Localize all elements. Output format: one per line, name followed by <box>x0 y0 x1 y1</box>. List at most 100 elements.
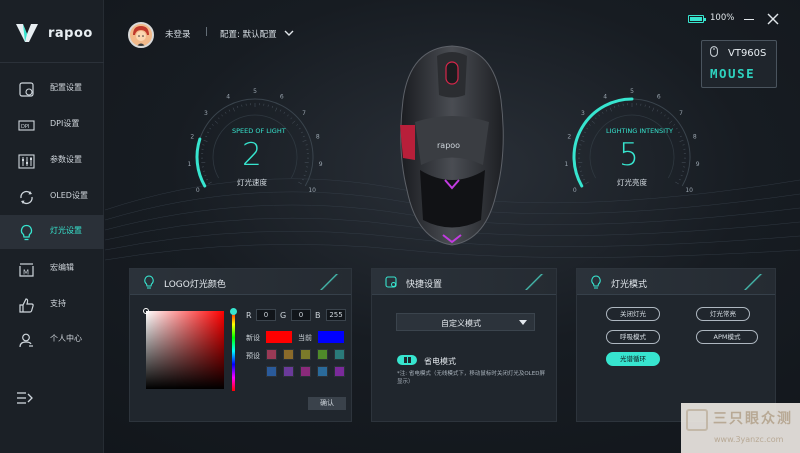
panel-header: 灯光模式 <box>577 269 775 295</box>
mode-apm-button[interactable]: APM模式 <box>696 330 758 344</box>
gauge-tick <box>214 120 219 124</box>
light-mode-panel: 灯光模式 关闭灯光 灯光常亮 呼吸模式 APM模式 光谱循环 <box>576 268 776 422</box>
macro-icon: M <box>19 263 34 277</box>
device-type: MOUSE <box>710 66 756 81</box>
gauge-tick <box>675 181 679 185</box>
gauge-tick <box>678 178 681 181</box>
r-label: R <box>246 311 252 320</box>
gauge-tick <box>302 135 305 138</box>
login-status[interactable]: 未登录 <box>165 28 191 40</box>
preset-color-swatch[interactable] <box>300 349 311 360</box>
g-input[interactable]: 0 <box>291 309 311 321</box>
preset-color-swatch[interactable] <box>334 349 345 360</box>
preset-color-swatch[interactable] <box>334 366 345 377</box>
gauge-tick <box>652 107 655 112</box>
gauge-tick <box>675 127 678 130</box>
gauge-tick <box>206 178 209 181</box>
gauge-tick <box>601 111 604 114</box>
profile-config-select[interactable]: 配置: 默认配置 <box>220 28 277 40</box>
mode-breathing-button[interactable]: 呼吸模式 <box>606 330 660 344</box>
preset-color-swatch[interactable] <box>317 366 328 377</box>
gauge-tick-label: 4 <box>226 94 230 101</box>
brand-name: rapoo <box>48 25 93 41</box>
sliders-icon <box>18 154 35 169</box>
hue-slider[interactable] <box>232 311 235 391</box>
sidebar-item-dpi[interactable]: DPI DPI设置 <box>0 108 104 142</box>
gauge-tick <box>585 181 589 185</box>
preset-color-swatch[interactable] <box>283 366 294 377</box>
gauge-tick-label: 5 <box>253 88 257 95</box>
preset-color-swatch[interactable] <box>317 349 328 360</box>
svg-text:rapoo: rapoo <box>437 141 460 150</box>
gauge-tick <box>660 111 663 114</box>
hue-slider-handle[interactable] <box>230 308 237 315</box>
color-picker-handle[interactable] <box>143 308 149 314</box>
mode-off-button[interactable]: 关闭灯光 <box>606 307 660 321</box>
gauge-tick <box>579 170 582 172</box>
r-input[interactable]: 0 <box>256 309 276 321</box>
panel-title: LOGO灯光颜色 <box>164 280 226 290</box>
gauge-tick-label: 1 <box>187 161 191 168</box>
gauge-tick-label: 7 <box>302 110 306 117</box>
gauge-tick <box>298 127 301 130</box>
chevron-down-icon[interactable] <box>284 29 294 37</box>
gauge-tick <box>668 120 673 124</box>
gauge-tick <box>211 124 214 126</box>
gauge-tick <box>205 135 208 138</box>
thumbs-up-icon <box>19 298 34 313</box>
close-icon[interactable] <box>766 12 780 26</box>
intensity-gauge[interactable]: 0 1 2 3 4 5 6 7 8 9 10 LIGHTING INTENSITY 5 灯光亮度 <box>547 85 717 215</box>
gauge-tick <box>224 111 227 114</box>
gauge-tick <box>605 109 608 112</box>
sidebar-item-support[interactable]: 支持 <box>0 288 104 322</box>
gauge-tick <box>679 135 682 138</box>
g-label: G <box>280 311 287 320</box>
gauge-tick-label: 6 <box>280 94 284 101</box>
gauge-tick-label: 4 <box>603 94 607 101</box>
gauge-tick <box>203 140 208 142</box>
speed-gauge[interactable]: 0 1 2 3 4 5 6 7 8 9 10 SPEED OF LIGHT 2 灯光速度 <box>170 85 340 215</box>
gauge-tick <box>209 127 212 130</box>
sidebar-divider <box>0 62 104 63</box>
sidebar-item-config[interactable]: 配置设置 <box>0 72 104 106</box>
lighting-mode-select[interactable]: 自定义模式 <box>396 313 535 331</box>
gauge-label: 灯光亮度 <box>617 178 647 187</box>
power-saving-note: *注: 省电模式（无线模式下，移动鼠标时关闭灯光及OLED屏显示） <box>397 371 545 385</box>
gauge-tick-label: 7 <box>679 110 683 117</box>
power-saving-toggle[interactable] <box>397 355 417 365</box>
svg-text:M: M <box>23 269 29 277</box>
sidebar-item-params[interactable]: 参数设置 <box>0 144 104 178</box>
gauge-tick <box>582 135 585 138</box>
refresh-icon <box>20 190 33 205</box>
svg-text:DPI: DPI <box>21 124 29 130</box>
palette-bulb-icon <box>144 275 154 289</box>
confirm-button[interactable]: 确认 <box>308 397 346 410</box>
b-input[interactable]: 255 <box>326 309 346 321</box>
device-model-name: VT960S <box>728 48 767 59</box>
sidebar-item-lighting[interactable]: 灯光设置 <box>0 215 104 249</box>
gauge-tick <box>237 105 239 108</box>
preset-color-swatch[interactable] <box>300 366 311 377</box>
gauge-tick <box>677 131 680 134</box>
sidebar-item-macro[interactable]: M 宏编辑 <box>0 252 104 286</box>
preset-color-swatch[interactable] <box>266 349 277 360</box>
preset-color-swatch[interactable] <box>283 349 294 360</box>
sidebar-item-oled[interactable]: OLED设置 <box>0 180 104 214</box>
quick-settings-icon <box>385 276 397 288</box>
mode-always-on-button[interactable]: 灯光常亮 <box>696 307 750 321</box>
sidebar-item-profile[interactable]: 个人中心 <box>0 323 104 357</box>
avatar[interactable] <box>128 22 154 48</box>
gauge-tick <box>679 140 684 142</box>
gauge-tick <box>673 124 676 126</box>
app-window: rapoo 配置设置 DPI DPI设置 参数设置 OLED设置 灯光设置 M … <box>0 0 800 453</box>
gauge-tick <box>279 109 282 112</box>
mode-spectrum-button[interactable]: 光谱循环 <box>606 352 660 366</box>
user-icon <box>19 333 33 348</box>
panel-header: 快捷设置 <box>372 269 556 295</box>
gauge-tick <box>228 109 231 112</box>
color-picker-field[interactable] <box>146 311 224 389</box>
gauge-value: 2 <box>242 137 262 173</box>
preset-color-swatch[interactable] <box>266 366 277 377</box>
collapse-sidebar-icon[interactable] <box>16 390 34 406</box>
minimize-button[interactable] <box>744 19 754 20</box>
